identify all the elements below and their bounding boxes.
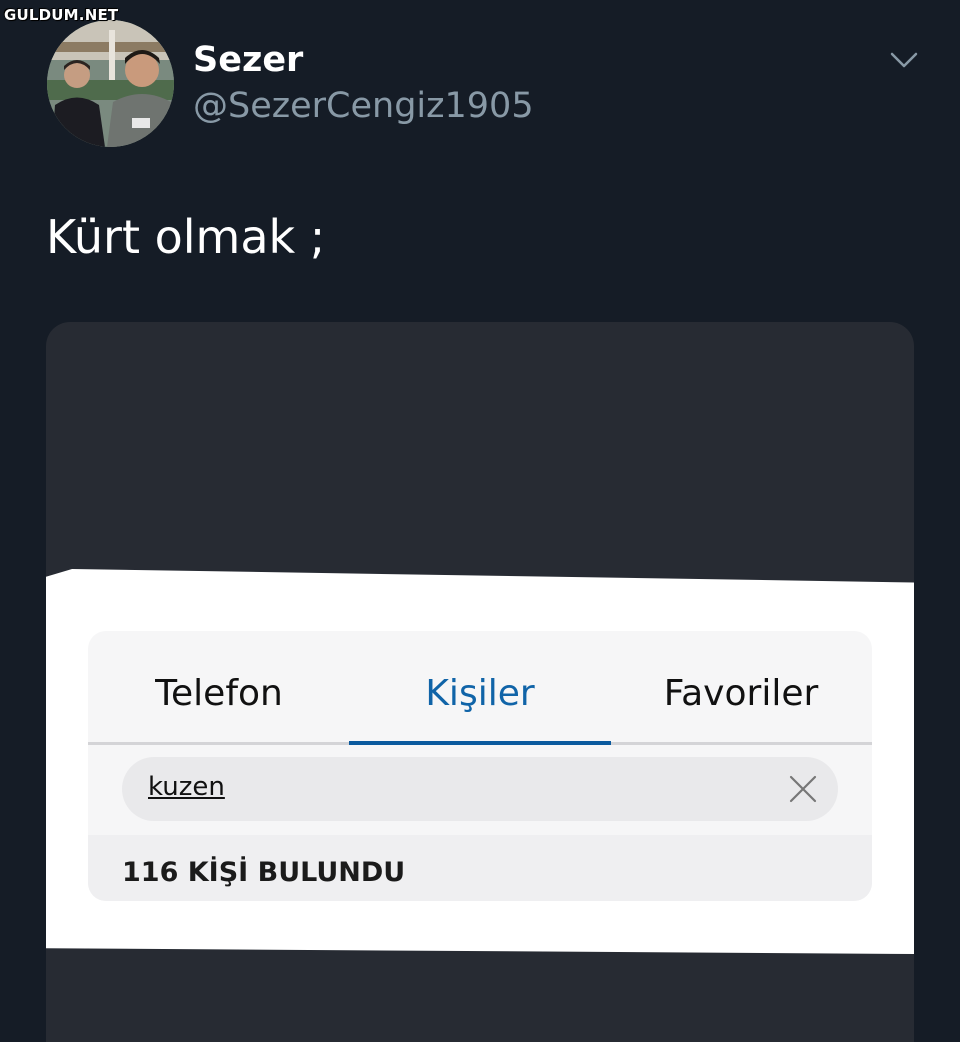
search-input[interactable]: kuzen <box>122 757 838 821</box>
tab-kisiler[interactable]: Kişiler <box>349 673 611 714</box>
watermark: GULDUM.NET <box>4 6 119 24</box>
result-count-row: 116 KİŞİ BULUNDU <box>88 835 872 901</box>
avatar[interactable] <box>47 20 174 147</box>
tweet-media[interactable]: Telefon Kişiler Favoriler kuzen 116 KİŞİ… <box>46 322 914 1042</box>
contacts-screenshot: Telefon Kişiler Favoriler kuzen 116 KİŞİ… <box>46 569 914 954</box>
tab-telefon[interactable]: Telefon <box>88 673 350 714</box>
user-handle[interactable]: @SezerCengiz1905 <box>193 86 534 126</box>
search-value: kuzen <box>148 772 225 802</box>
close-icon[interactable] <box>788 774 818 804</box>
tweet-text: Kürt olmak ; <box>46 210 326 264</box>
display-name[interactable]: Sezer <box>193 40 303 80</box>
active-tab-indicator <box>349 741 611 745</box>
avatar-photo <box>47 20 174 147</box>
result-count: 116 KİŞİ BULUNDU <box>122 857 406 888</box>
contacts-panel: Telefon Kişiler Favoriler kuzen 116 KİŞİ… <box>88 631 872 901</box>
chevron-down-icon[interactable] <box>888 48 920 72</box>
tab-favoriler[interactable]: Favoriler <box>610 673 872 714</box>
tab-bar: Telefon Kişiler Favoriler <box>88 631 872 745</box>
